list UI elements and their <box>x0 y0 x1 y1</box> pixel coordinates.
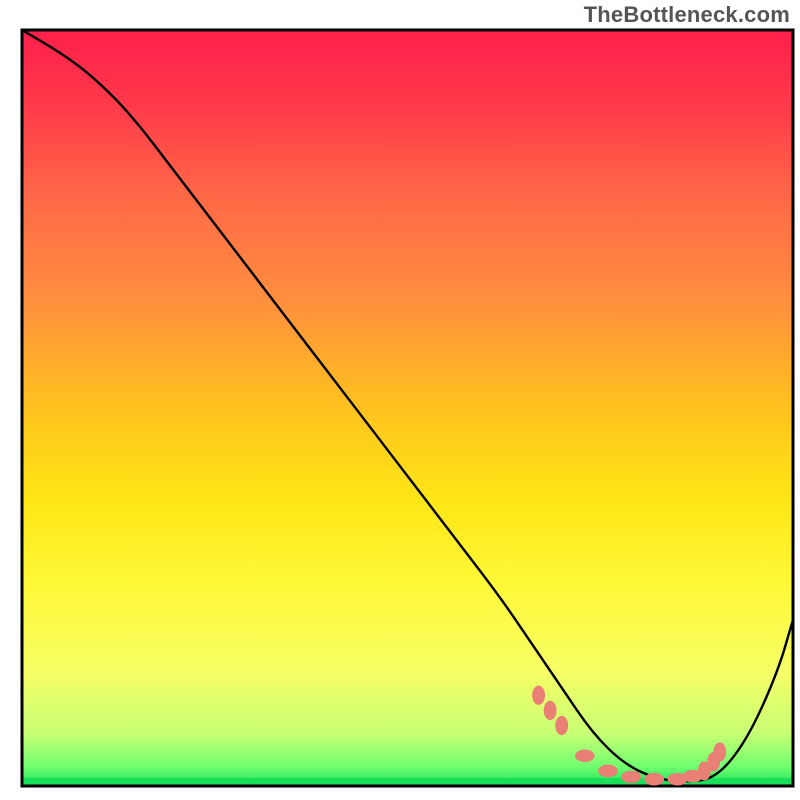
curve-marker <box>599 765 618 777</box>
chart-container: TheBottleneck.com <box>0 0 800 800</box>
curve-marker <box>533 686 545 704</box>
gradient-background <box>22 30 793 786</box>
curve-marker <box>556 716 568 734</box>
curve-marker <box>544 701 556 719</box>
watermark-text: TheBottleneck.com <box>584 2 790 28</box>
curve-marker <box>576 750 595 762</box>
chart-svg <box>0 0 800 800</box>
curve-marker <box>622 771 641 783</box>
curve-marker <box>645 773 664 785</box>
curve-marker <box>714 743 726 761</box>
